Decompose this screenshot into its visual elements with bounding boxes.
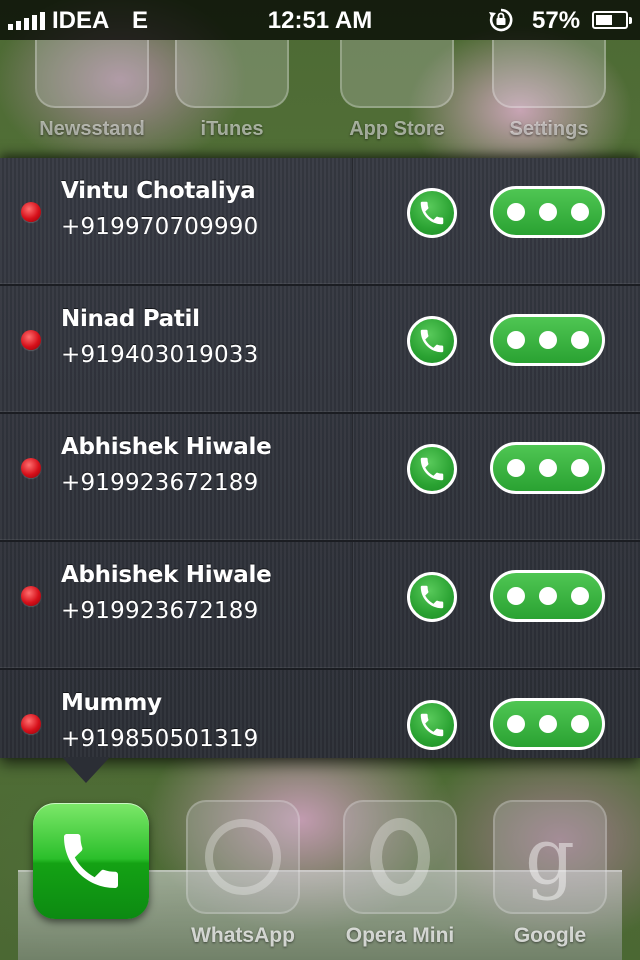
contact-number: +919923672189: [61, 598, 259, 624]
opera-icon: [343, 800, 457, 914]
more-options-button[interactable]: [490, 186, 605, 238]
battery-icon: [592, 11, 632, 29]
app-newsstand: Newsstand: [27, 40, 157, 141]
call-button[interactable]: [407, 572, 457, 622]
call-button[interactable]: [407, 444, 457, 494]
dot-icon: [506, 587, 525, 605]
contact-number: +919923672189: [61, 470, 259, 496]
more-options-button[interactable]: [490, 570, 605, 622]
contact-row[interactable]: Abhishek Hiwale +919923672189: [0, 542, 640, 670]
panel-pointer: [62, 757, 110, 783]
dot-icon: [506, 331, 525, 349]
battery-percent: 57%: [532, 7, 581, 34]
google-icon: g: [493, 800, 607, 914]
contact-name: Abhishek Hiwale: [61, 434, 272, 460]
contact-name: Ninad Patil: [61, 306, 200, 332]
more-options-button[interactable]: [490, 442, 605, 494]
dot-icon: [538, 715, 557, 733]
dock-app-label: Google: [513, 924, 587, 947]
phone-icon: [64, 834, 118, 888]
status-dot-icon: [21, 202, 41, 222]
contact-row[interactable]: Ninad Patil +919403019033: [0, 286, 640, 414]
contact-name: Vintu Chotaliya: [61, 178, 256, 204]
dot-icon: [506, 203, 525, 221]
battery-level-fill: [596, 15, 612, 25]
status-dot-icon: [21, 330, 41, 350]
dot-icon: [570, 331, 589, 349]
dot-icon: [570, 203, 589, 221]
more-options-button[interactable]: [490, 698, 605, 750]
app-itunes: iTunes: [167, 40, 297, 141]
dot-icon: [570, 459, 589, 477]
whatsapp-icon: [186, 800, 300, 914]
dot-icon: [538, 587, 557, 605]
recent-contacts-panel: Vintu Chotaliya +919970709990 Ninad Pati…: [0, 158, 640, 758]
background-app-row: Newsstand iTunes App Store Settings: [0, 40, 640, 158]
call-button[interactable]: [407, 188, 457, 238]
phone-icon: [420, 457, 444, 481]
dot-icon: [506, 459, 525, 477]
dot-icon: [570, 587, 589, 605]
app-label: Settings: [509, 118, 589, 140]
app-store-icon: [340, 40, 454, 108]
status-bar: IDEA E 12:51 AM 57%: [0, 0, 640, 40]
call-button[interactable]: [407, 316, 457, 366]
contact-row[interactable]: Abhishek Hiwale +919923672189: [0, 414, 640, 542]
newsstand-icon: [35, 40, 149, 108]
itunes-icon: [175, 40, 289, 108]
call-button[interactable]: [407, 700, 457, 750]
dock-app-opera-mini[interactable]: Opera Mini: [330, 800, 470, 948]
dot-icon: [538, 331, 557, 349]
app-settings: Settings: [484, 40, 614, 141]
dock-app-whatsapp[interactable]: WhatsApp: [173, 800, 313, 948]
contact-row[interactable]: Vintu Chotaliya +919970709990: [0, 158, 640, 286]
dock-app-label: Opera Mini: [345, 924, 455, 947]
dot-icon: [570, 715, 589, 733]
status-dot-icon: [21, 586, 41, 606]
contact-name: Abhishek Hiwale: [61, 562, 272, 588]
status-dot-icon: [21, 458, 41, 478]
app-label: App Store: [349, 118, 445, 140]
phone-icon: [420, 329, 444, 353]
dot-icon: [538, 203, 557, 221]
dock-app-google[interactable]: g Google: [480, 800, 620, 948]
dock-app-phone[interactable]: [33, 803, 149, 919]
phone-icon: [420, 713, 444, 737]
contact-number: +919403019033: [61, 342, 259, 368]
contact-number: +919850501319: [61, 726, 259, 752]
phone-icon: [420, 201, 444, 225]
phone-icon: [420, 585, 444, 609]
app-label: iTunes: [200, 118, 264, 140]
rotation-lock-icon: [489, 8, 513, 32]
contact-number: +919970709990: [61, 214, 259, 240]
dot-icon: [506, 715, 525, 733]
contact-name: Mummy: [61, 690, 162, 716]
app-app-store: App Store: [332, 40, 462, 141]
settings-icon: [492, 40, 606, 108]
status-dot-icon: [21, 714, 41, 734]
dot-icon: [538, 459, 557, 477]
more-options-button[interactable]: [490, 314, 605, 366]
dock-app-label: WhatsApp: [191, 924, 295, 947]
app-label: Newsstand: [39, 118, 145, 140]
